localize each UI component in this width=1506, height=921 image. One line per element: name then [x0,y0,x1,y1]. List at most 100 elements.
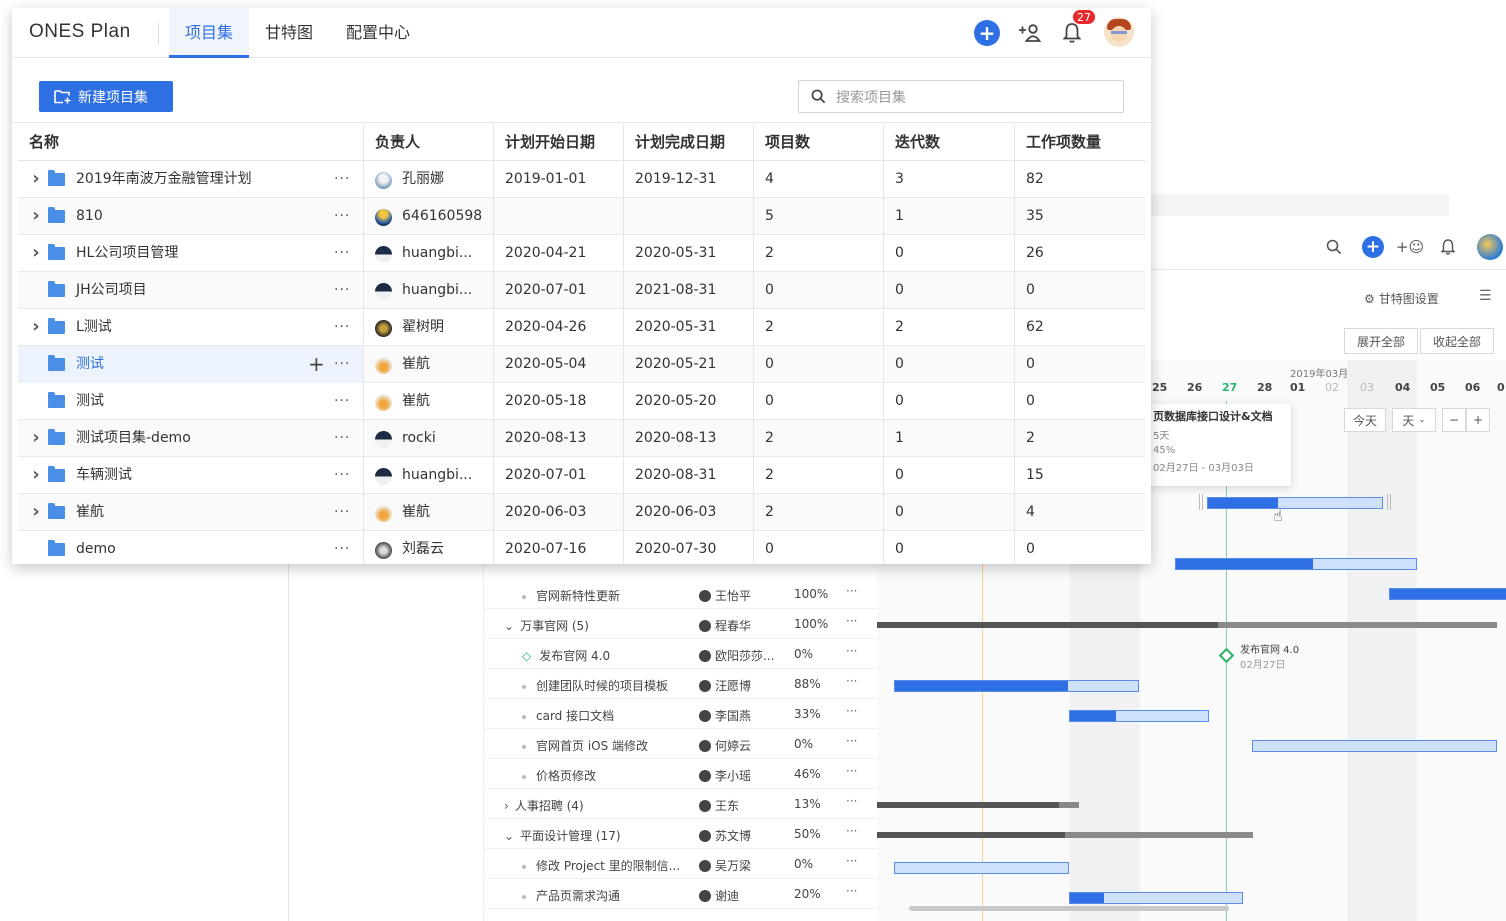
expand-all-button[interactable]: 展开全部 [1344,328,1419,354]
group-summary-bar[interactable] [877,622,1497,628]
cell-name[interactable]: 测试 ··· [18,383,363,420]
add-icon[interactable]: + [974,20,1000,46]
more-icon[interactable]: ··· [846,584,857,598]
bar-drag-handle-left[interactable] [1199,494,1203,510]
cell-name[interactable]: 测试 + ··· [18,346,363,383]
project-set-name[interactable]: 测试 [76,346,104,382]
add-child-icon[interactable]: + [308,346,325,382]
brand-logo[interactable]: ONES Plan [29,21,131,43]
cell-name[interactable]: › 测试项目集-demo ··· [18,420,363,457]
tab-project-set[interactable]: 项目集 [169,8,249,58]
more-icon[interactable]: ··· [846,674,857,688]
gantt-row[interactable]: ⌄ 万事官网 (5) 程春华 100% ··· [484,609,877,639]
table-row[interactable]: › 车辆测试 ··· huangbi... 2020-07-01 2020-08-31 2 0… [18,457,1145,494]
add-member-icon[interactable]: +☺ [1396,236,1424,258]
add-member-icon[interactable] [1017,20,1043,46]
project-set-name[interactable]: 测试项目集-demo [76,420,191,456]
more-icon[interactable]: ··· [334,383,350,419]
column-header-iteration-count[interactable]: 迭代数 [883,124,1014,161]
column-header-owner[interactable]: 负责人 [363,124,493,161]
chevron-right-icon[interactable]: › [30,494,42,530]
chevron-right-icon[interactable]: › [30,161,42,197]
tab-gantt[interactable]: 甘特图 [257,8,321,58]
more-icon[interactable]: ··· [846,644,857,658]
more-icon[interactable]: ··· [334,235,350,271]
project-set-name[interactable]: 2019年南波万金融管理计划 [76,161,252,197]
more-icon[interactable]: ··· [334,420,350,456]
cell-name[interactable]: demo ··· [18,531,363,564]
gantt-row[interactable]: card 接口文档 李国燕 33% ··· [484,699,877,729]
column-header-item-count[interactable]: 工作项数量 [1014,124,1145,161]
chevron-right-icon[interactable]: › [30,309,42,345]
cell-name[interactable]: › 810 ··· [18,198,363,235]
more-icon[interactable]: ··· [846,734,857,748]
gantt-row[interactable]: › 人事招聘 (4) 王东 13% ··· [484,789,877,819]
chevron-right-icon[interactable]: › [504,799,509,813]
gantt-bar[interactable] [894,680,1139,692]
gantt-bar-hovered[interactable] [1207,497,1383,509]
more-icon[interactable]: ··· [846,614,857,628]
gantt-bar[interactable] [894,862,1069,874]
bar-drag-handle-right[interactable] [1387,494,1391,510]
table-row[interactable]: › 2019年南波万金融管理计划 ··· 孔丽娜 2019-01-01 2019-12-3… [18,161,1145,198]
chevron-right-icon[interactable]: › [30,457,42,493]
table-row[interactable]: 测试 + ··· 崔航 2020-05-04 2020-05-21 0 0 0 [18,346,1145,383]
more-icon[interactable]: ··· [334,531,350,564]
more-icon[interactable]: ··· [334,272,350,308]
project-set-name[interactable]: L测试 [76,309,112,345]
table-row[interactable]: demo ··· 刘磊云 2020-07-16 2020-07-30 0 0 0 [18,531,1145,564]
gantt-row[interactable]: 官网首页 iOS 端修改 何婷云 0% ··· [484,729,877,759]
project-set-name[interactable]: JH公司项目 [76,272,147,308]
table-row[interactable]: › L测试 ··· 翟树明 2020-04-26 2020-05-31 2 2 62 [18,309,1145,346]
cell-name[interactable]: JH公司项目 ··· [18,272,363,309]
more-icon[interactable]: ··· [334,309,350,345]
project-set-name[interactable]: 车辆测试 [76,457,132,493]
chevron-right-icon[interactable]: › [30,235,42,271]
gantt-bar[interactable] [1069,892,1243,904]
project-set-name[interactable]: 810 [76,198,103,234]
cell-name[interactable]: › HL公司项目管理 ··· [18,235,363,272]
project-set-name[interactable]: demo [76,531,116,564]
gantt-row[interactable]: 创建团队时候的项目模板 汪愿博 88% ··· [484,669,877,699]
gantt-row[interactable]: 官网新特性更新 王怡平 100% ··· [484,579,877,609]
table-row[interactable]: JH公司项目 ··· huangbi... 2020-07-01 2021-08-31 0… [18,272,1145,309]
more-icon[interactable]: ··· [334,161,350,197]
project-set-name[interactable]: HL公司项目管理 [76,235,178,271]
collapse-all-button[interactable]: 收起全部 [1420,328,1495,354]
more-icon[interactable]: ··· [334,494,350,530]
more-icon[interactable]: ··· [846,854,857,868]
zoom-out-button[interactable]: − [1442,408,1466,432]
add-icon[interactable]: + [1362,236,1384,258]
column-header-start-date[interactable]: 计划开始日期 [493,124,623,161]
project-set-name[interactable]: 测试 [76,383,104,419]
more-icon[interactable]: ··· [846,704,857,718]
gantt-bar[interactable] [1389,588,1506,600]
search-icon[interactable] [1323,236,1345,258]
list-icon[interactable]: ☰ [1479,288,1492,304]
group-summary-bar[interactable] [877,832,1253,838]
cell-name[interactable]: › 2019年南波万金融管理计划 ··· [18,161,363,198]
table-row[interactable]: › 810 ··· 646160598 5 1 35 [18,198,1145,235]
table-row[interactable]: › 测试项目集-demo ··· rocki 2020-08-13 2020-08-13 2… [18,420,1145,457]
horizontal-scrollbar[interactable] [909,906,1229,911]
column-header-name[interactable]: 名称 [18,124,363,161]
gantt-bar[interactable] [1252,740,1497,752]
chevron-down-icon[interactable]: ⌄ [504,619,514,633]
gantt-bar[interactable] [1069,710,1209,722]
more-icon[interactable]: ··· [846,884,857,898]
unit-select[interactable]: 天 ⌄ [1392,408,1436,432]
more-icon[interactable]: ··· [334,198,350,234]
gantt-settings-button[interactable]: ⚙ 甘特图设置 [1364,290,1439,307]
chevron-right-icon[interactable]: › [30,198,42,234]
project-set-name[interactable]: 崔航 [76,494,104,530]
gantt-row[interactable]: 价格页修改 李小瑶 46% ··· [484,759,877,789]
tab-config-center[interactable]: 配置中心 [337,8,419,58]
group-summary-bar[interactable] [877,802,1079,808]
column-header-end-date[interactable]: 计划完成日期 [623,124,753,161]
cell-name[interactable]: › 崔航 ··· [18,494,363,531]
new-project-set-button[interactable]: 新建项目集 [39,81,173,112]
chevron-down-icon[interactable]: ⌄ [504,829,514,843]
gantt-row[interactable]: 修改 Project 里的限制信... 吴万梁 0% ··· [484,849,877,879]
cell-name[interactable]: › 车辆测试 ··· [18,457,363,494]
search-input[interactable]: 搜索项目集 [798,80,1124,113]
